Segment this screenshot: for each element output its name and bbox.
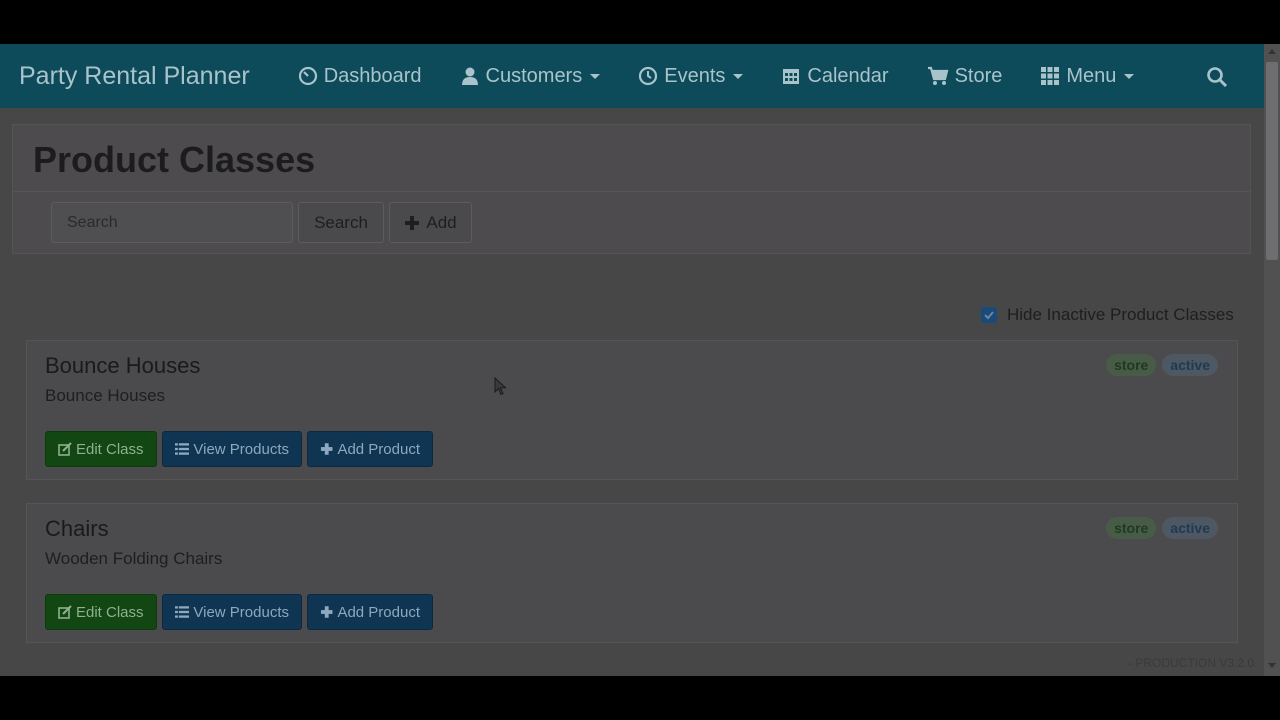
add-product-label: Add Product bbox=[337, 603, 420, 621]
nav-item-dashboard[interactable]: Dashboard bbox=[298, 65, 422, 88]
nav-label-customers: Customers bbox=[485, 64, 583, 87]
nav-item-events[interactable]: Events bbox=[638, 64, 744, 88]
nav-item-store[interactable]: Store bbox=[927, 64, 1003, 88]
chevron-down-icon bbox=[590, 73, 601, 79]
edit-class-button[interactable]: Edit Class bbox=[45, 431, 157, 467]
store-badge: store bbox=[1106, 517, 1157, 539]
plus-icon bbox=[405, 215, 420, 230]
add-product-button[interactable]: Add Product bbox=[307, 594, 433, 630]
status-badge: active bbox=[1162, 517, 1218, 539]
view-products-label: View Products bbox=[193, 440, 289, 458]
nav-search-button[interactable] bbox=[1206, 66, 1228, 93]
dashboard-icon bbox=[298, 66, 317, 86]
page-scrollbar[interactable] bbox=[1264, 44, 1280, 676]
nav-item-calendar[interactable]: Calendar bbox=[781, 64, 889, 88]
page-header: Product Classes Search Add bbox=[12, 124, 1251, 254]
checkmark-icon bbox=[984, 311, 994, 320]
hide-inactive-filter: Hide Inactive Product Classes bbox=[981, 305, 1234, 325]
brand-title[interactable]: Party Rental Planner bbox=[19, 62, 250, 91]
user-icon bbox=[461, 67, 478, 85]
hide-inactive-label[interactable]: Hide Inactive Product Classes bbox=[1007, 305, 1234, 325]
class-description: Bounce Houses bbox=[45, 386, 166, 405]
add-product-button[interactable]: Add Product bbox=[307, 431, 433, 467]
top-navbar: Party Rental Planner Dashboard Customers bbox=[0, 44, 1264, 108]
edit-class-label: Edit Class bbox=[76, 440, 144, 458]
browser-viewport: Party Rental Planner Dashboard Customers bbox=[0, 44, 1280, 676]
cart-icon bbox=[927, 66, 948, 85]
nav-label-calendar: Calendar bbox=[807, 64, 889, 87]
view-products-button[interactable]: View Products bbox=[162, 594, 302, 630]
scroll-thumb[interactable] bbox=[1266, 62, 1278, 260]
nav-label-events: Events bbox=[664, 64, 726, 87]
nav-label-dashboard: Dashboard bbox=[323, 64, 422, 87]
search-icon bbox=[1207, 67, 1228, 88]
add-button[interactable]: Add bbox=[389, 202, 472, 243]
class-description: Wooden Folding Chairs bbox=[45, 549, 223, 568]
calendar-icon bbox=[783, 69, 800, 84]
edit-class-button[interactable]: Edit Class bbox=[45, 594, 157, 630]
header-divider bbox=[13, 191, 1250, 192]
store-badge: store bbox=[1106, 354, 1157, 376]
version-tag: - PRODUCTION V3.2.0 bbox=[1128, 656, 1255, 670]
hide-inactive-checkbox[interactable] bbox=[981, 307, 997, 323]
list-icon bbox=[175, 443, 190, 455]
class-name: Bounce Houses bbox=[45, 353, 201, 378]
scroll-down-icon[interactable] bbox=[1268, 663, 1276, 668]
nav-list: Dashboard Customers Events Calendar Stor… bbox=[298, 44, 1173, 108]
grid-icon bbox=[1041, 67, 1060, 85]
search-button[interactable]: Search bbox=[298, 202, 384, 243]
edit-icon bbox=[58, 442, 72, 456]
add-product-label: Add Product bbox=[337, 440, 420, 458]
class-badges: store active bbox=[1100, 517, 1218, 539]
nav-item-customers[interactable]: Customers bbox=[460, 65, 601, 88]
view-products-button[interactable]: View Products bbox=[162, 431, 302, 467]
clock-icon bbox=[639, 66, 658, 86]
nav-label-menu: Menu bbox=[1066, 64, 1117, 87]
product-class-card: Chairs Wooden Folding Chairs store activ… bbox=[26, 503, 1238, 643]
nav-label-store: Store bbox=[954, 64, 1003, 87]
page-title: Product Classes bbox=[33, 139, 316, 180]
plus-icon bbox=[320, 443, 333, 455]
class-name: Chairs bbox=[45, 516, 109, 541]
chevron-down-icon bbox=[1124, 73, 1135, 79]
status-badge: active bbox=[1162, 354, 1218, 376]
class-actions: Edit Class View Products Add Product bbox=[45, 431, 438, 467]
edit-icon bbox=[58, 605, 72, 619]
class-actions: Edit Class View Products Add Product bbox=[45, 594, 438, 630]
mouse-cursor-icon bbox=[494, 377, 507, 396]
product-class-card: Bounce Houses Bounce Houses store active… bbox=[26, 340, 1238, 480]
list-icon bbox=[175, 606, 190, 618]
class-badges: store active bbox=[1100, 354, 1218, 376]
view-products-label: View Products bbox=[193, 603, 289, 621]
scroll-up-icon[interactable] bbox=[1268, 49, 1276, 54]
edit-class-label: Edit Class bbox=[76, 603, 144, 621]
search-input[interactable] bbox=[51, 202, 293, 243]
add-button-label: Add bbox=[426, 212, 457, 232]
chevron-down-icon bbox=[733, 73, 744, 79]
nav-item-menu[interactable]: Menu bbox=[1040, 64, 1135, 88]
plus-icon bbox=[320, 606, 333, 618]
